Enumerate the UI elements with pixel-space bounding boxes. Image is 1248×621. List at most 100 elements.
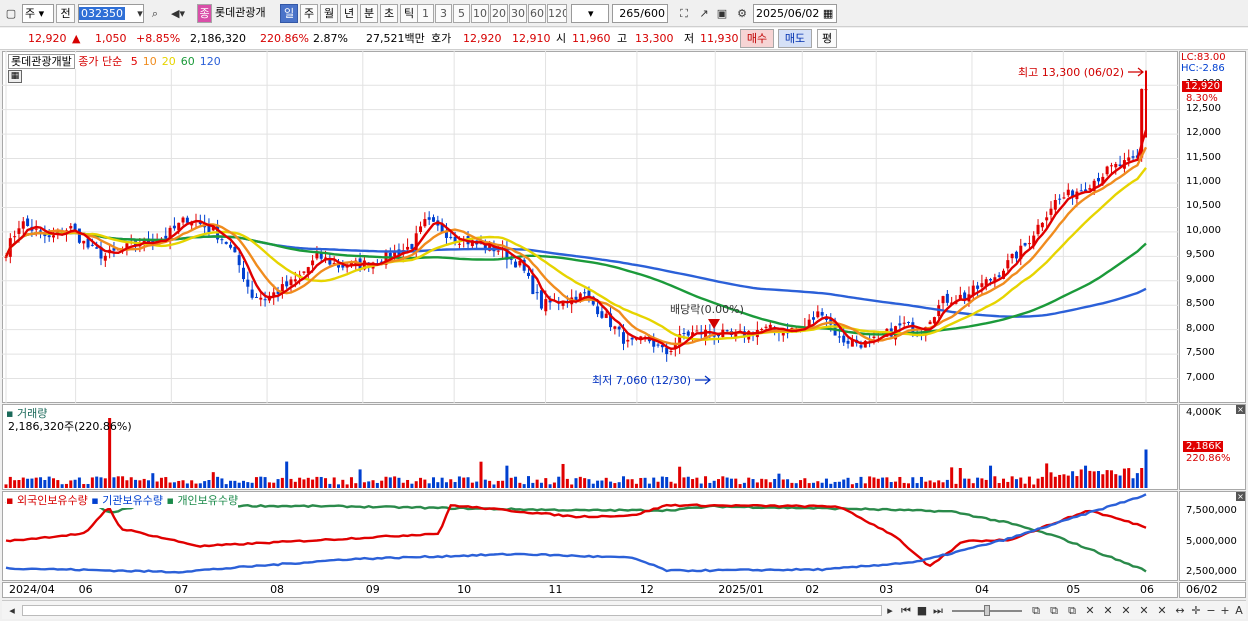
- volume-bar: [747, 477, 751, 488]
- text-size-icon[interactable]: A: [1231, 601, 1247, 620]
- candle-body: [95, 247, 99, 249]
- scroll-right-icon[interactable]: ▸: [882, 601, 898, 620]
- interval-tab-5[interactable]: 5: [453, 4, 470, 23]
- volume-bar: [121, 476, 125, 488]
- zoom-thumb[interactable]: [984, 605, 990, 616]
- price-chart[interactable]: 최고 13,300 (06/02) 최저 7,060 (12/30) 배당락(0.0…: [2, 51, 1178, 403]
- last-page-icon[interactable]: ⏭: [930, 601, 946, 620]
- volume-bar: [168, 482, 172, 488]
- volume-bar: [570, 484, 574, 488]
- interval-tab-20[interactable]: 20: [490, 4, 508, 23]
- crosshair-icon[interactable]: ✛: [1188, 601, 1204, 620]
- window-icon[interactable]: ▢: [3, 4, 19, 23]
- volume-bar: [1105, 470, 1109, 488]
- candle-body: [496, 250, 500, 252]
- count-field[interactable]: 265/600: [612, 4, 668, 23]
- period-tab-6[interactable]: 틱: [400, 4, 418, 23]
- interval-tab-60[interactable]: 60: [528, 4, 546, 23]
- layout-icon[interactable]: ⧉: [1028, 601, 1044, 620]
- period-tab-4[interactable]: 분: [360, 4, 378, 23]
- period-tab-5[interactable]: 초: [380, 4, 398, 23]
- volume-bar: [129, 477, 133, 488]
- candle-body: [34, 228, 38, 230]
- volume-bar: [358, 469, 362, 488]
- count-total: /600: [640, 7, 665, 20]
- volume-bar: [393, 476, 397, 488]
- candle-body: [630, 337, 634, 340]
- volume-bar: [600, 480, 604, 488]
- first-page-icon[interactable]: ⏮: [898, 601, 914, 620]
- cross-icon[interactable]: ✕: [1136, 601, 1152, 620]
- interval-tab-3[interactable]: 3: [435, 4, 452, 23]
- layout-icon[interactable]: ⧉: [1046, 601, 1062, 620]
- interval-tab-1[interactable]: 1: [417, 4, 434, 23]
- cross-icon[interactable]: ✕: [1118, 601, 1134, 620]
- cross-icon[interactable]: ✕: [1154, 601, 1170, 620]
- period-tab-3[interactable]: 년: [340, 4, 358, 23]
- candle-body: [976, 285, 980, 289]
- volume-bar: [319, 476, 323, 488]
- scroll-track[interactable]: [22, 605, 882, 616]
- volume-tick: 4,000K: [1186, 407, 1222, 418]
- dropdown-icon[interactable]: ▾: [132, 4, 148, 23]
- volume-bar: [971, 483, 975, 488]
- volume-bar: [315, 476, 319, 488]
- candle-body: [263, 299, 267, 301]
- stop-icon[interactable]: ■: [914, 601, 930, 620]
- volume-bar: [34, 477, 38, 488]
- volume-bar: [894, 481, 898, 488]
- open-label: 시: [556, 32, 567, 45]
- candle-body: [103, 255, 107, 261]
- interval-tab-30[interactable]: 30: [509, 4, 527, 23]
- candle-body: [1062, 197, 1066, 199]
- volume-bar: [1144, 449, 1148, 488]
- stock-button[interactable]: 종: [197, 4, 212, 23]
- calculator-icon[interactable]: ▦: [8, 70, 22, 83]
- candle-body: [1131, 156, 1135, 158]
- close-icon[interactable]: ×: [1236, 492, 1245, 501]
- candle-body: [963, 292, 967, 299]
- period-tab-1[interactable]: 주: [300, 4, 318, 23]
- interval-select[interactable]: ▾: [571, 4, 609, 23]
- volume-bar: [475, 481, 479, 488]
- type-select[interactable]: 주 ▾: [22, 4, 54, 23]
- low-value: 11,930: [700, 32, 739, 45]
- close-icon[interactable]: ×: [1236, 405, 1245, 414]
- period-tab-0[interactable]: 일: [280, 4, 298, 23]
- price-tick: 10,000: [1186, 224, 1221, 236]
- code-value: 032350: [79, 7, 125, 20]
- search-icon[interactable]: ⌕: [147, 4, 163, 23]
- volume-chart[interactable]: [2, 404, 1178, 490]
- volume-bar: [237, 482, 241, 488]
- avg-button[interactable]: 평: [817, 29, 837, 48]
- gear-icon[interactable]: ⚙: [734, 4, 750, 23]
- period-tab-2[interactable]: 월: [320, 4, 338, 23]
- scroll-left-icon[interactable]: ◂: [4, 601, 20, 620]
- save-icon[interactable]: ▣: [714, 4, 730, 23]
- legend-institution-text: 기관보유수량: [102, 494, 163, 507]
- candle-body: [544, 299, 548, 312]
- volume-bar: [505, 465, 509, 488]
- candle-type-icon[interactable]: ⛶: [676, 4, 692, 23]
- volume-bar: [673, 483, 677, 488]
- volume-bar: [1092, 471, 1096, 488]
- cross-icon[interactable]: ✕: [1082, 601, 1098, 620]
- draw-tool-icon[interactable]: ↗: [696, 4, 712, 23]
- buy-button[interactable]: 매수: [740, 29, 774, 48]
- layout-icon[interactable]: ⧉: [1064, 601, 1080, 620]
- prev-button[interactable]: 전: [56, 4, 75, 23]
- interval-tab-120[interactable]: 120: [547, 4, 567, 23]
- open-value: 11,960: [572, 32, 611, 45]
- interval-tab-10[interactable]: 10: [471, 4, 489, 23]
- volume-bar: [816, 481, 820, 488]
- date-field[interactable]: 2025/06/02 ▦: [753, 4, 837, 23]
- cross-icon[interactable]: ✕: [1100, 601, 1116, 620]
- pan-icon[interactable]: ↔: [1172, 601, 1188, 620]
- volume-bar: [242, 480, 245, 488]
- speaker-icon[interactable]: ◀▾: [166, 4, 190, 23]
- volume-bar: [263, 477, 267, 488]
- volume-bar: [466, 477, 470, 488]
- volume-bar: [1062, 474, 1066, 488]
- sell-button[interactable]: 매도: [778, 29, 812, 48]
- volume-bar: [768, 482, 772, 488]
